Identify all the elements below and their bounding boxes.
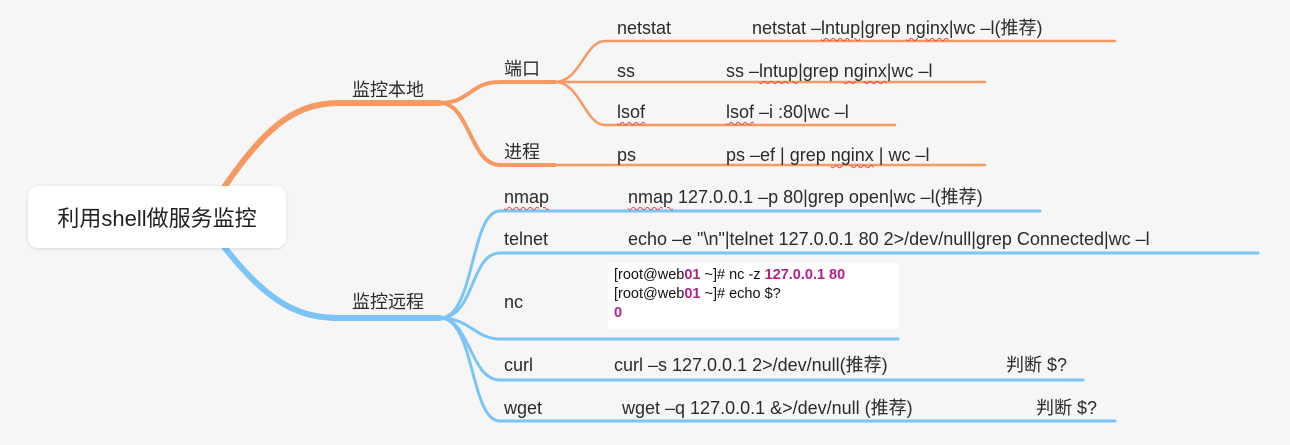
ps-command: ps –ef | grep nginx | wc –l: [726, 145, 930, 165]
ss-node[interactable]: ss: [617, 61, 635, 81]
netstat-node[interactable]: netstat: [617, 18, 671, 38]
lsof-node[interactable]: lsof: [617, 102, 645, 122]
terminal-line-3: 0: [614, 305, 623, 321]
nmap-node[interactable]: nmap: [504, 187, 549, 207]
process-node[interactable]: 进程: [504, 142, 540, 162]
root-label: 利用shell做服务监控: [57, 206, 257, 231]
lsof-label: lsof: [617, 102, 646, 122]
telnet-command: echo –e "\n"|telnet 127.0.0.1 80 2>/dev/…: [628, 229, 1150, 249]
port-node[interactable]: 端口: [504, 59, 540, 79]
telnet-node[interactable]: telnet: [504, 229, 548, 249]
terminal-line-1: [root@web01 ~]# nc -z 127.0.0.1 80: [614, 267, 846, 283]
nmap-command: nmap 127.0.0.1 –p 80|grep open|wc –l(推荐): [628, 187, 983, 207]
wget-command: wget –q 127.0.0.1 &>/dev/null (推荐): [622, 398, 913, 418]
curl-note: 判断 $?: [1006, 355, 1068, 375]
nc-terminal-screenshot: [root@web01 ~]# nc -z 127.0.0.1 80 [root…: [608, 263, 899, 329]
wget-note: 判断 $?: [1036, 398, 1098, 418]
nc-node[interactable]: nc: [504, 292, 523, 312]
root-node[interactable]: 利用shell做服务监控: [28, 186, 286, 248]
curl-command: curl –s 127.0.0.1 2>/dev/null(推荐): [614, 355, 888, 375]
remote-monitor-node[interactable]: 监控远程: [352, 292, 424, 312]
curl-node[interactable]: curl: [504, 355, 533, 375]
wget-node[interactable]: wget: [504, 398, 542, 418]
lsof-command: lsof –i :80|wc –l: [726, 102, 849, 122]
nmap-label: nmap: [504, 187, 550, 207]
netstat-command: netstat –lntup|grep nginx|wc –l(推荐): [752, 18, 1043, 38]
terminal-line-2: [root@web01 ~]# echo $?: [614, 286, 781, 302]
local-monitor-node[interactable]: 监控本地: [352, 80, 424, 100]
local-branch-lines: [222, 39, 1117, 189]
ss-command: ss –lntup|grep nginx|wc –l: [726, 61, 933, 81]
ps-node[interactable]: ps: [617, 145, 636, 165]
